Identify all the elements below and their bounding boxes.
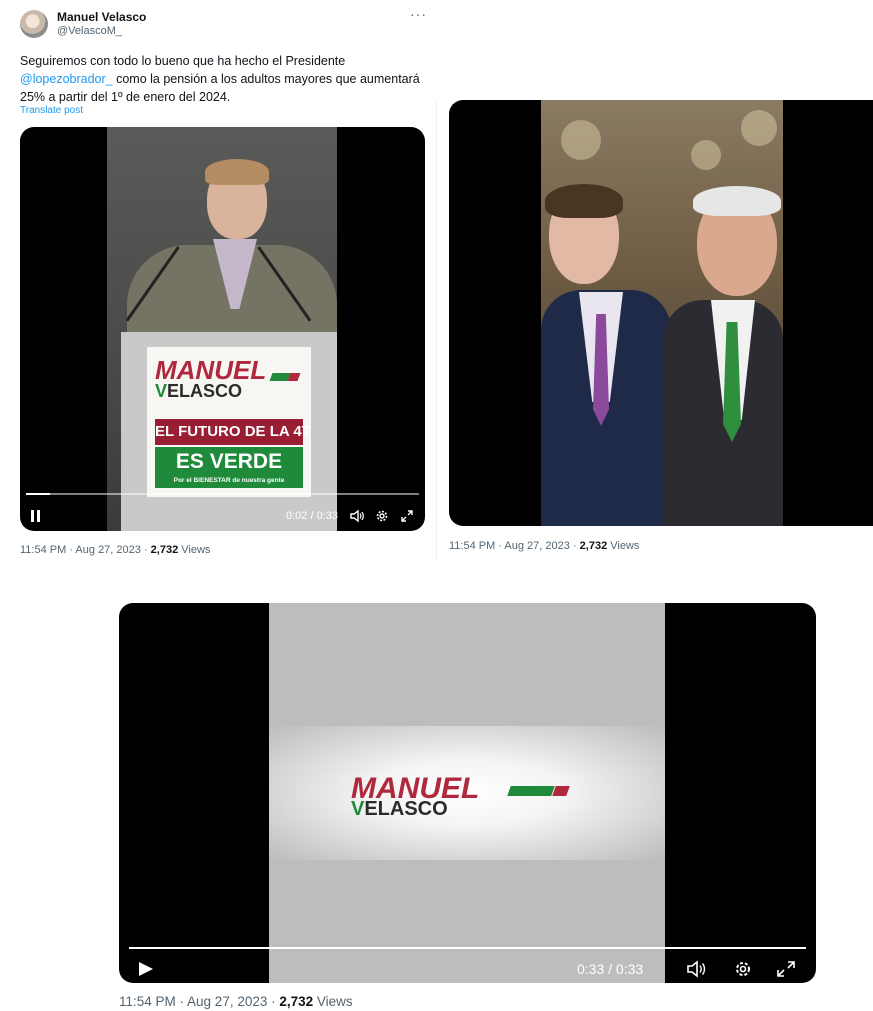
volume-icon — [350, 509, 364, 523]
podium-sign: MANUEL VELASCO EL FUTURO DE LA 4T ES VER… — [147, 347, 311, 497]
bokeh-light — [741, 110, 777, 146]
post-timestamp-2[interactable]: 11:54 PM · Aug 27, 2023 · — [449, 540, 580, 552]
man-right-hair — [693, 186, 781, 216]
translate-post-link[interactable]: Translate post — [20, 105, 83, 116]
gear-icon — [736, 962, 750, 976]
video3-time: 0:33 / 0:33 — [577, 961, 644, 977]
mention-link[interactable]: @lopezobrador_ — [20, 72, 113, 86]
column-divider — [436, 100, 437, 562]
gear-icon — [376, 510, 388, 522]
avatar[interactable] — [20, 10, 48, 38]
views-label-3: Views — [313, 994, 353, 1009]
sign-stripe-red — [287, 373, 301, 381]
more-horizontal-icon: ··· — [410, 6, 427, 22]
views-count-3: 2,732 — [279, 994, 314, 1009]
photo-two-men[interactable] — [449, 100, 873, 526]
views-count-2: 2,732 — [579, 540, 608, 552]
fullscreen-icon — [777, 961, 795, 977]
bokeh-light — [561, 120, 601, 160]
sign-bienestar: Por el BIENESTAR de nuestra gente — [155, 476, 303, 488]
fullscreen-icon — [401, 510, 413, 522]
post-timestamp-1[interactable]: 11:54 PM · Aug 27, 2023 · — [20, 544, 151, 556]
tweet-text: Seguiremos con todo lo bueno que ha hech… — [20, 52, 425, 106]
sign-logo-velasco: VELASCO — [155, 381, 242, 402]
post-meta-1: 11:54 PM · Aug 27, 2023 · 2,732 Views — [20, 544, 210, 556]
volume-icon — [687, 960, 706, 978]
author-name[interactable]: Manuel Velasco — [57, 10, 146, 24]
post-meta-2: 11:54 PM · Aug 27, 2023 · 2,732 Views — [449, 540, 639, 552]
logo-velasco-rest: ELASCO — [364, 798, 448, 820]
sign-velasco-rest: ELASCO — [167, 381, 243, 401]
video1-progress-fill — [26, 493, 50, 495]
sign-verde: ES VERDE — [155, 447, 303, 477]
views-count-1: 2,732 — [150, 544, 179, 556]
pause-button[interactable] — [30, 509, 42, 523]
video-frame-speaker: MANUEL VELASCO EL FUTURO DE LA 4T ES VER… — [107, 127, 337, 531]
logo-velasco: VELASCO — [351, 798, 448, 821]
volume-button[interactable] — [350, 509, 364, 528]
views-label-2: Views — [607, 540, 640, 552]
logo-stripe-green — [507, 786, 555, 796]
settings-button[interactable] — [375, 509, 389, 528]
play-button[interactable] — [137, 961, 155, 982]
pause-icon — [31, 510, 40, 522]
sign-velasco-v: V — [155, 381, 168, 401]
author-handle[interactable]: @VelascoM_ — [57, 25, 122, 37]
logo-stripe-red — [552, 786, 570, 796]
play-icon — [139, 962, 153, 976]
video-player-1[interactable]: MANUEL VELASCO EL FUTURO DE LA 4T ES VER… — [20, 127, 425, 531]
tweet-text-before: Seguiremos con todo lo bueno que ha hech… — [20, 54, 346, 68]
post-timestamp-3[interactable]: 11:54 PM · Aug 27, 2023 · — [119, 994, 279, 1009]
video-frame-logo: MANUEL VELASCO — [269, 603, 665, 983]
sign-futuro: EL FUTURO DE LA 4T — [155, 419, 311, 445]
settings-button[interactable] — [733, 960, 753, 983]
speaker-hair — [205, 159, 269, 185]
logo-velasco-v: V — [351, 798, 365, 820]
video3-progress-fill — [129, 947, 806, 949]
photo-frame — [541, 100, 783, 526]
volume-button[interactable] — [687, 960, 709, 983]
video-player-3[interactable]: MANUEL VELASCO 0:33 / 0:33 — [119, 603, 816, 983]
bokeh-light — [691, 140, 721, 170]
video1-time: 0:02 / 0:33 — [286, 510, 338, 522]
fullscreen-button[interactable] — [775, 960, 797, 983]
more-options-button[interactable]: ··· — [410, 6, 427, 22]
logo-card: MANUEL VELASCO — [269, 726, 665, 860]
man-left-hair — [545, 184, 623, 218]
video1-progress-track[interactable] — [26, 493, 419, 495]
video3-progress-track[interactable] — [129, 947, 806, 949]
post-meta-3: 11:54 PM · Aug 27, 2023 · 2,732 Views — [119, 994, 353, 1009]
fullscreen-button[interactable] — [400, 509, 414, 528]
views-label-1: Views — [178, 544, 211, 556]
